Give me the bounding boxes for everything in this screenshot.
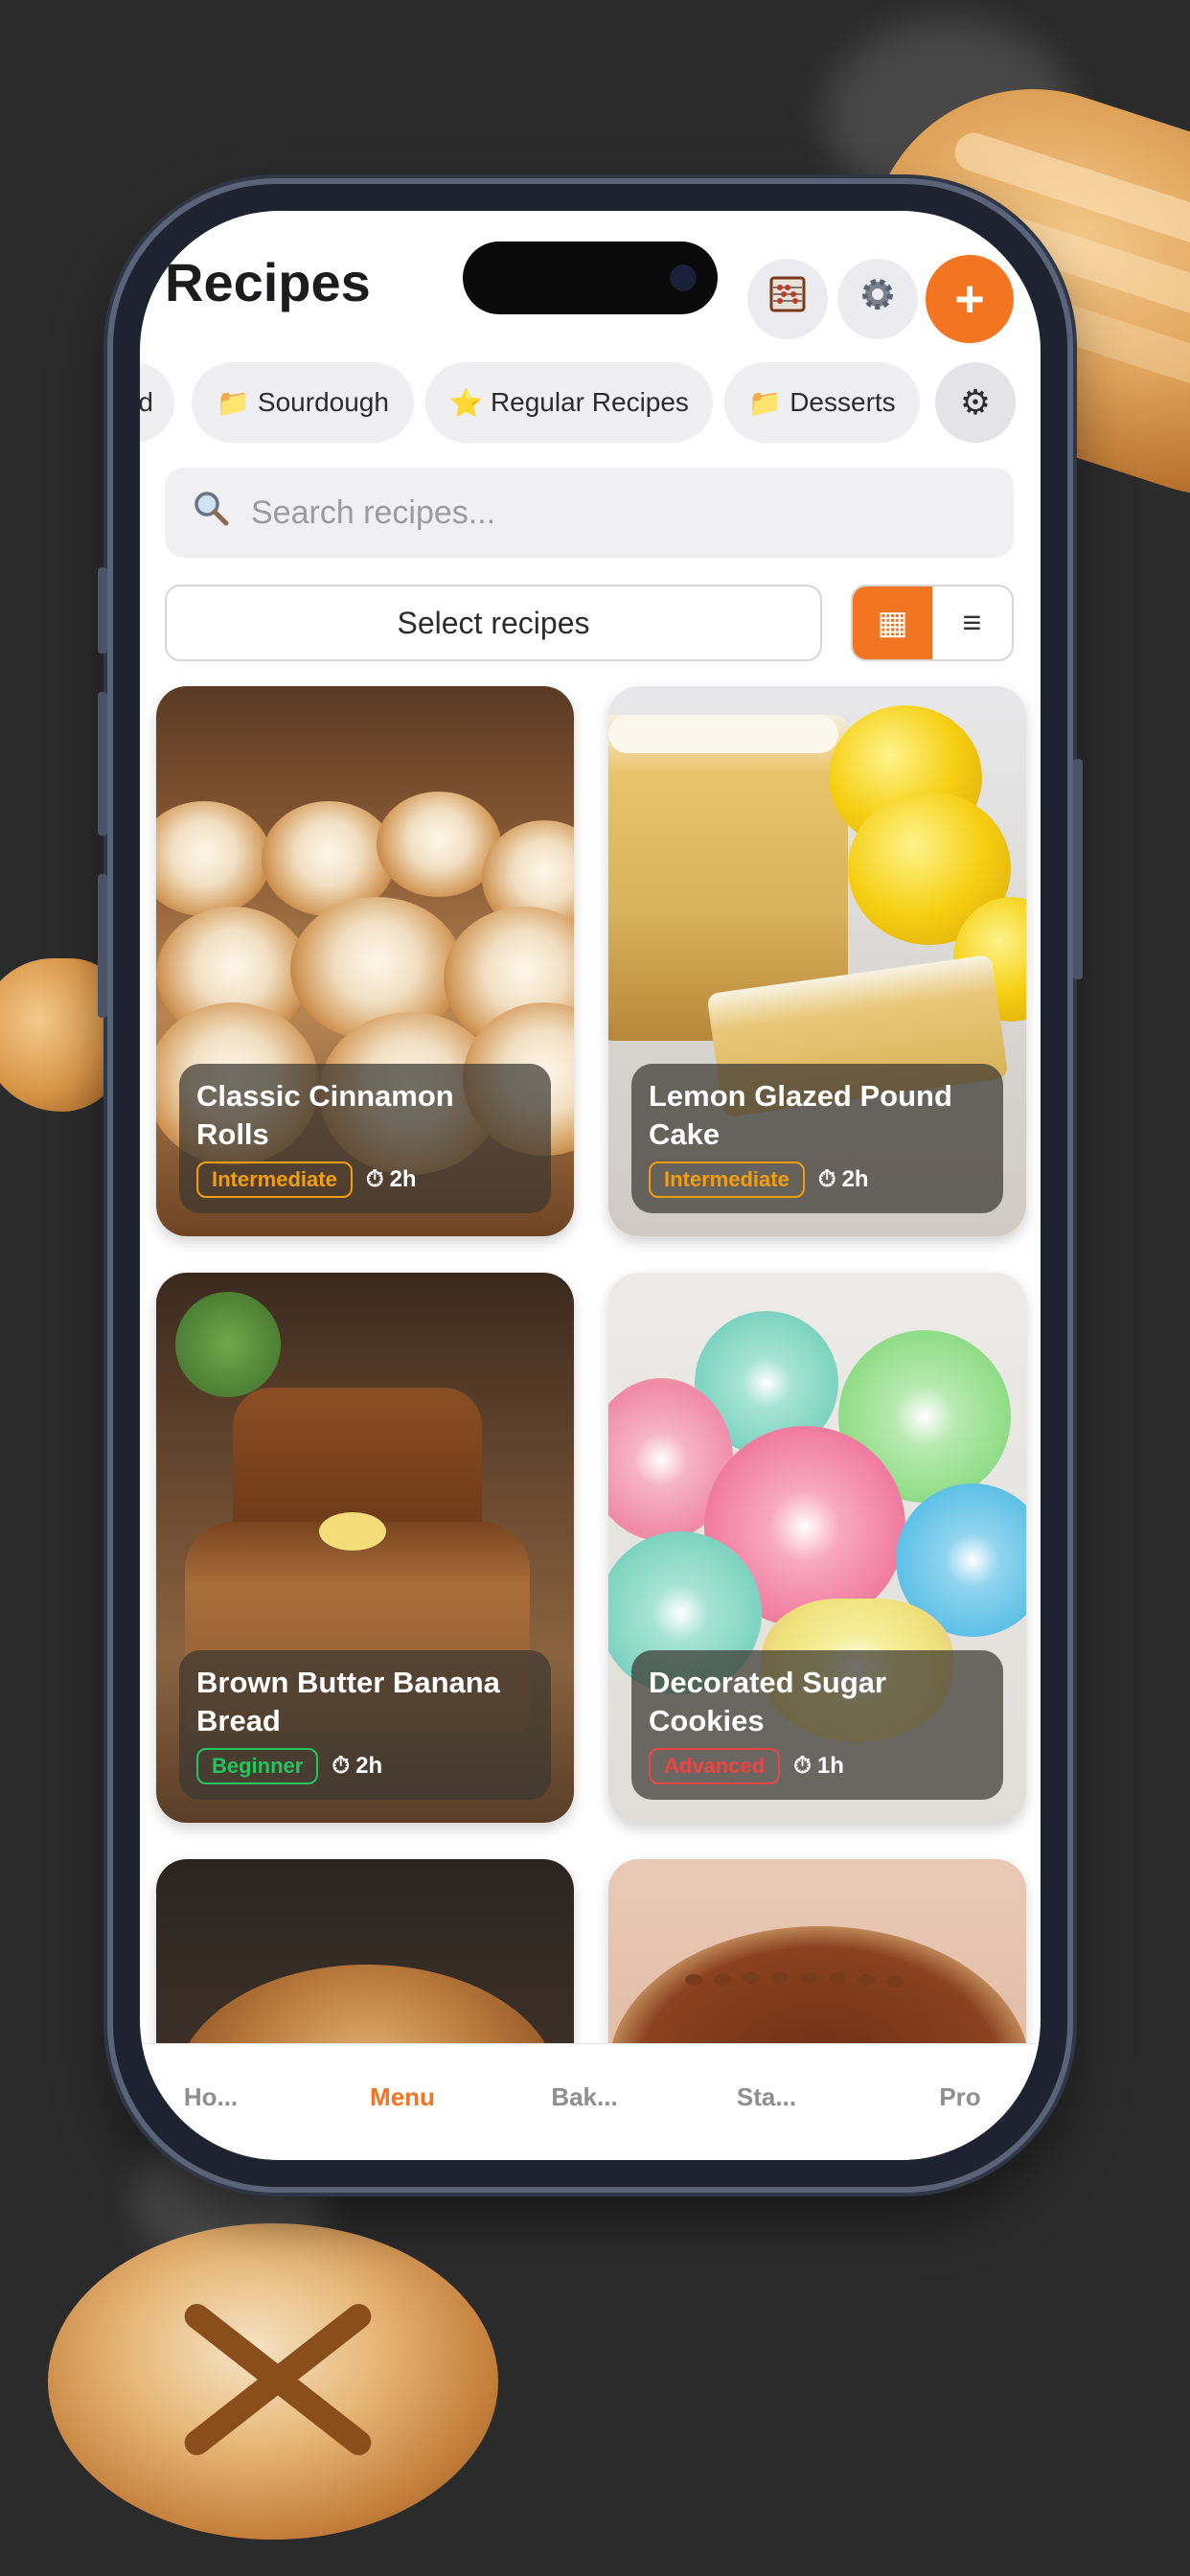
abacus-button[interactable]	[747, 259, 828, 339]
recipe-title: Classic Cinnamon Rolls	[196, 1079, 454, 1151]
recipe-card-info: Classic Cinnamon Rolls Intermediate ⏱ 2h	[179, 1064, 551, 1213]
abacus-icon	[768, 275, 807, 323]
search-input[interactable]	[249, 493, 981, 533]
timer-icon: ⏱	[817, 1166, 836, 1192]
chip-sourdough[interactable]: 📁 Sourdough	[192, 362, 414, 443]
recipe-card[interactable]: Brown Butter Banana Bread Beginner ⏱ 2h	[156, 1273, 574, 1823]
star-icon: ⭐	[449, 387, 483, 418]
settings-button[interactable]	[837, 259, 918, 339]
tab-profile[interactable]: Pro	[893, 2082, 1027, 2112]
tab-stats[interactable]: Sta...	[699, 2082, 834, 2112]
recipe-time: 1h	[816, 1753, 844, 1779]
phone-side-button	[98, 567, 107, 654]
recipe-card-info: Brown Butter Banana Bread Beginner ⏱ 2h	[179, 1650, 551, 1800]
chip-partial[interactable]: d	[140, 362, 174, 443]
chip-regular-recipes[interactable]: ⭐ Regular Recipes	[425, 362, 713, 443]
timer-icon: ⏱	[332, 1753, 351, 1779]
phone-side-button	[98, 874, 107, 1018]
phone-side-button	[98, 692, 107, 836]
recipe-title: Brown Butter Banana Bread	[196, 1666, 500, 1737]
difficulty-badge: Beginner	[196, 1748, 319, 1784]
difficulty-badge: Advanced	[649, 1748, 781, 1784]
bottom-tab-bar: Ho... Menu Bak... Sta... Pro	[140, 2043, 1041, 2160]
gear-icon	[858, 275, 897, 323]
gear-icon: ⚙	[959, 382, 992, 422]
category-chips: d 📁 Sourdough ⭐ Regular Recipes 📁 Desser…	[140, 362, 1041, 447]
folder-icon: 📁	[217, 387, 250, 418]
search-bar[interactable]	[165, 468, 1014, 558]
add-recipe-button[interactable]: +	[926, 255, 1014, 343]
list-icon: ≡	[962, 604, 982, 641]
timer-icon: ⏱	[793, 1753, 812, 1779]
tab-home[interactable]: Ho...	[144, 2082, 278, 2112]
recipe-card-info: Lemon Glazed Pound Cake Intermediate ⏱ 2h	[631, 1064, 1003, 1213]
recipe-time: 2h	[389, 1166, 417, 1192]
tab-menu[interactable]: Menu	[335, 2082, 469, 2112]
recipe-card[interactable]: Lemon Glazed Pound Cake Intermediate ⏱ 2h	[608, 686, 1026, 1236]
difficulty-badge: Intermediate	[196, 1162, 353, 1198]
recipe-card-info: Decorated Sugar Cookies Advanced ⏱ 1h	[631, 1650, 1003, 1800]
app-screen: Recipes + d 📁 Sourdough ⭐ Regular Recipe…	[140, 211, 1041, 2160]
chip-desserts[interactable]: 📁 Desserts	[724, 362, 920, 443]
sourdough-loaf-decoration	[48, 2223, 498, 2540]
recipe-card[interactable]: Classic Cinnamon Rolls Intermediate ⏱ 2h	[156, 686, 574, 1236]
view-toggle: ▦ ≡	[851, 585, 1014, 661]
page-title: Recipes	[165, 252, 371, 312]
recipe-title: Decorated Sugar Cookies	[649, 1666, 887, 1737]
folder-icon: 📁	[748, 387, 783, 418]
search-icon	[192, 489, 230, 537]
list-view-button[interactable]: ≡	[932, 586, 1012, 659]
recipe-time: 2h	[355, 1753, 383, 1779]
select-recipes-button[interactable]: Select recipes	[165, 585, 822, 661]
grid-icon: ▦	[877, 605, 908, 641]
recipe-time: 2h	[841, 1166, 869, 1192]
dynamic-island	[463, 242, 718, 314]
difficulty-badge: Intermediate	[649, 1162, 805, 1198]
tab-bake[interactable]: Bak...	[517, 2082, 652, 2112]
phone-frame: Recipes + d 📁 Sourdough ⭐ Regular Recipe…	[98, 184, 1083, 2187]
phone-side-button	[1073, 759, 1083, 979]
manage-categories-button[interactable]: ⚙	[935, 362, 1016, 443]
timer-icon: ⏱	[365, 1166, 384, 1192]
recipe-title: Lemon Glazed Pound Cake	[649, 1079, 952, 1151]
grid-view-button[interactable]: ▦	[853, 586, 932, 659]
plus-icon: +	[954, 270, 985, 328]
recipe-card[interactable]: Decorated Sugar Cookies Advanced ⏱ 1h	[608, 1273, 1026, 1823]
